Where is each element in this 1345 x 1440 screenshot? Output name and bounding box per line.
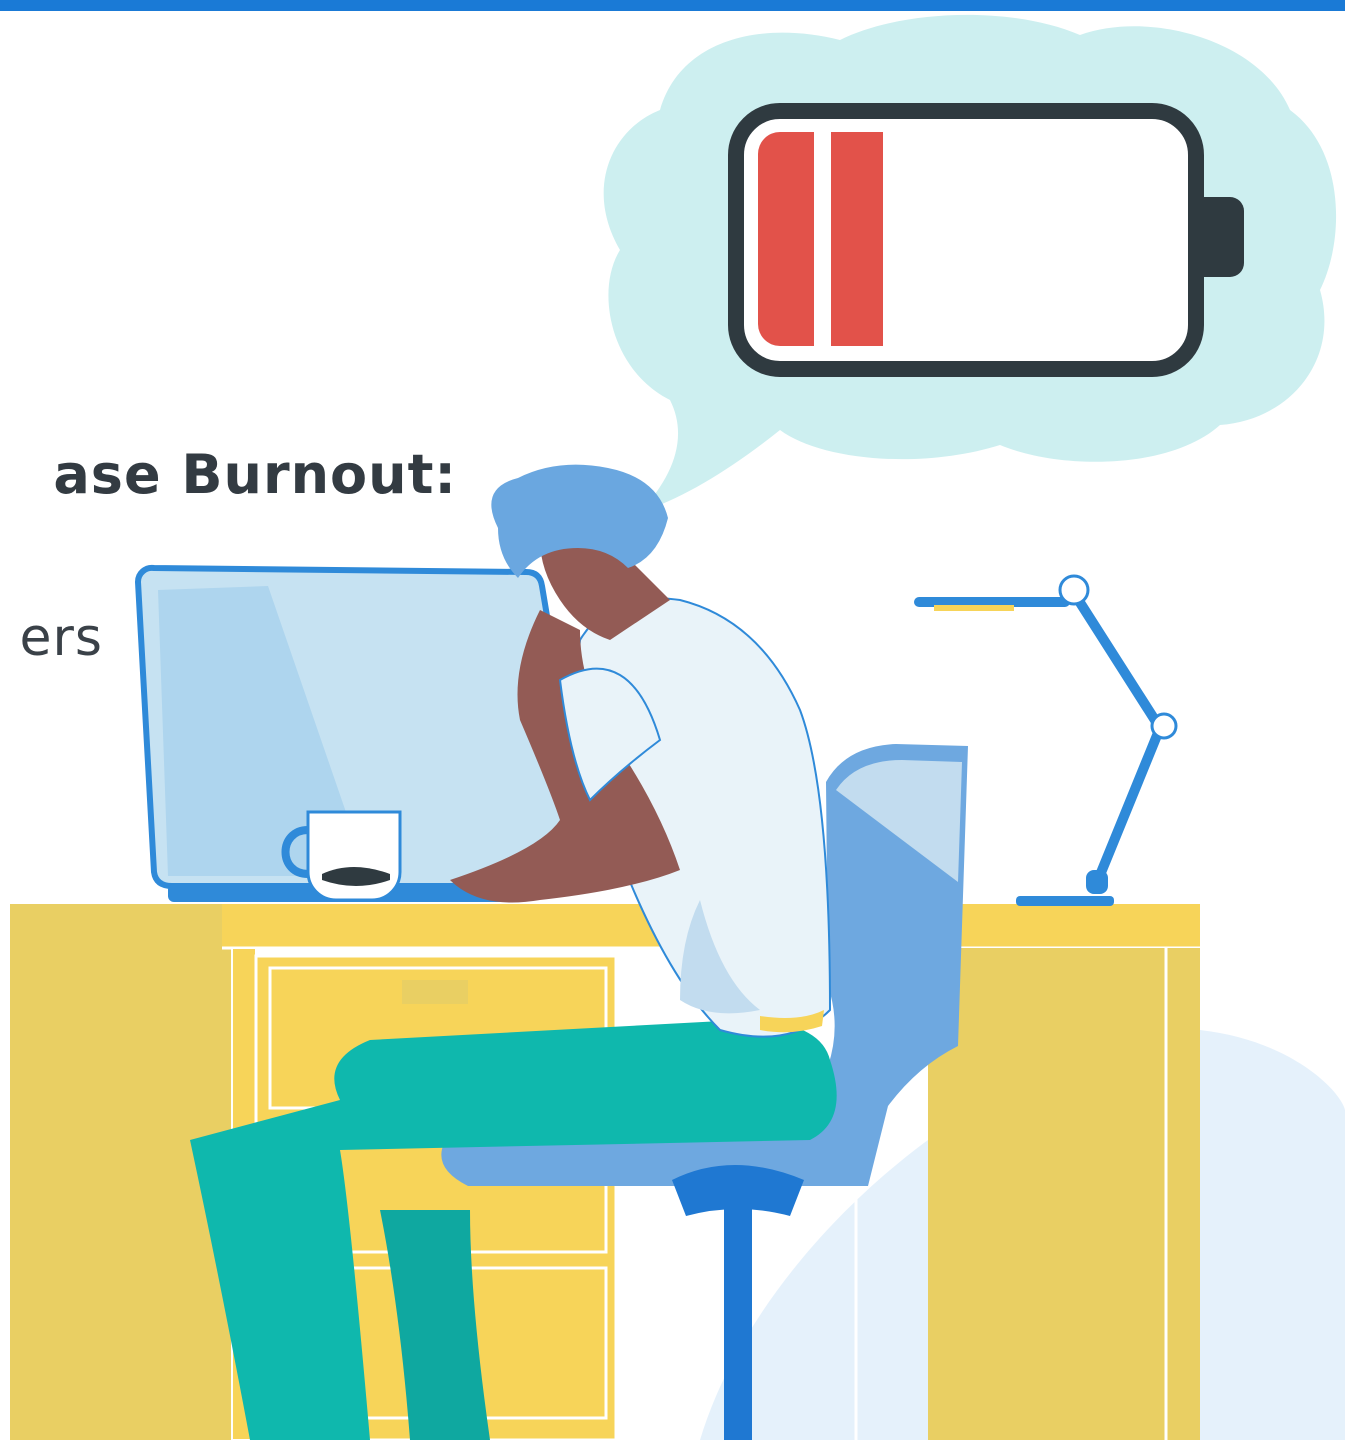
- battery-bar-2: [831, 132, 883, 346]
- battery-low-icon: [728, 103, 1244, 377]
- burnout-illustration: [10, 14, 1345, 1440]
- battery-bar-1: [758, 132, 814, 346]
